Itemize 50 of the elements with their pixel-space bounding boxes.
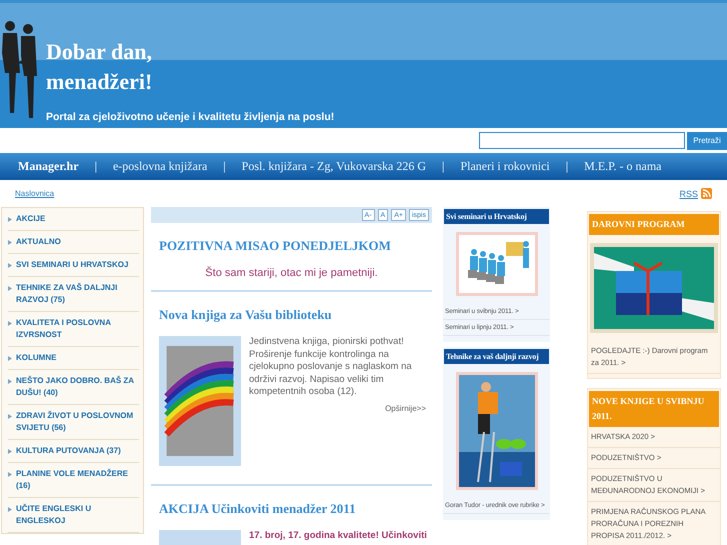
breadcrumb-link[interactable]: Naslovnica (15, 189, 54, 198)
sidebar-item[interactable]: PLANINE VOLE MENADŽERE (16) (8, 463, 139, 498)
bullet-icon (8, 217, 12, 222)
nav-link[interactable]: M.E.P. - o nama (584, 159, 662, 174)
site-title: menadžeri! (46, 68, 154, 96)
bullet-icon (8, 263, 12, 268)
rss-icon[interactable] (701, 188, 712, 199)
bullet-icon (8, 414, 12, 419)
nav-link[interactable]: e-poslovna knjižara (112, 159, 208, 174)
site-title: Dobar dan, (46, 38, 153, 66)
sidebar-item[interactable]: KVALITETA I POSLOVNA IZVRSNOST (8, 312, 139, 347)
sidebar-item[interactable]: KULTURA PUTOVANJA (37) (8, 440, 139, 463)
sidebar-item[interactable]: KOLUMNE (8, 347, 139, 370)
nav-separator: | (94, 159, 97, 174)
bullet-icon (8, 507, 12, 512)
tagline: Portal za cjeloživotno učenje i kvalitetu življenja na poslu! (46, 111, 334, 123)
section-heading: POZITIVNA MISAO PONEDJELJKOM (159, 238, 392, 254)
quote-text: Što sam stariji, otac mi je pametniji. (204, 267, 379, 279)
bullet-icon (8, 321, 12, 326)
bullet-icon (8, 449, 12, 454)
sidebar-item[interactable]: SVI SEMINARI U HRVATSKOJ (8, 254, 139, 277)
panel-heading: DAROVNI PROGRAM (589, 214, 719, 235)
sidebar-item[interactable]: UČITE ENGLESKI U ENGLESKOJ (8, 498, 139, 533)
nav-link[interactable]: Manager.hr (18, 159, 79, 174)
bullet-icon (8, 379, 12, 384)
read-more-link[interactable]: Opširnije>> (385, 402, 426, 415)
bullet-icon (8, 240, 12, 245)
bullet-icon (8, 286, 12, 291)
sidebar-item[interactable]: AKCIJE (8, 208, 139, 231)
panel-heading: Svi seminari u Hrvatskoj (444, 209, 549, 224)
nav-separator: | (442, 159, 444, 174)
bullet-icon (8, 472, 12, 477)
nav-separator: | (566, 159, 568, 174)
panel-heading: NOVE KNJIGE U SVIBNJU 2011. (589, 391, 719, 427)
sidebar-item[interactable]: ZDRAVI ŽIVOT U POSLOVNOM SVIJETU (56) (8, 405, 139, 440)
article-title[interactable]: AKCIJA Učinkoviti menadžer 2011 (159, 501, 432, 517)
rss-link[interactable]: RSS (679, 188, 698, 198)
search-button[interactable]: Pretraži (687, 132, 727, 150)
sidebar-item[interactable]: AKTUALNO (8, 231, 139, 254)
panel-heading: Tehnike za vaš daljnji razvoj (444, 349, 549, 364)
article-lead: 17. broj, 17. godina kvalitete! Učinkoviti (249, 530, 427, 543)
article-text: Jedinstvena knjiga, pionirski pothvat! Proširenje funkcije kontrolinga na cjelokupno poslovanje s naglaskom na održivi razvoj. Napisao veliki tim kompetentnih osoba (12). (249, 336, 413, 398)
search-field[interactable] (479, 132, 685, 149)
nav-link[interactable]: Posl. knjižara - Zg, Vukovarska 226 G (242, 159, 426, 174)
nav-separator: | (223, 159, 226, 174)
sidebar-item[interactable]: NEŠTO JAKO DOBRO. BAŠ ZA DUŠU! (40) (8, 370, 139, 405)
article-title[interactable]: Nova knjiga za Vašu biblioteku (159, 307, 432, 323)
sidebar-item[interactable]: TEHNIKE ZA VAŠ DALJNJI RAZVOJ (75) (8, 277, 139, 312)
bullet-icon (8, 356, 12, 361)
nav-link[interactable]: Planeri i rokovnici (460, 159, 550, 174)
